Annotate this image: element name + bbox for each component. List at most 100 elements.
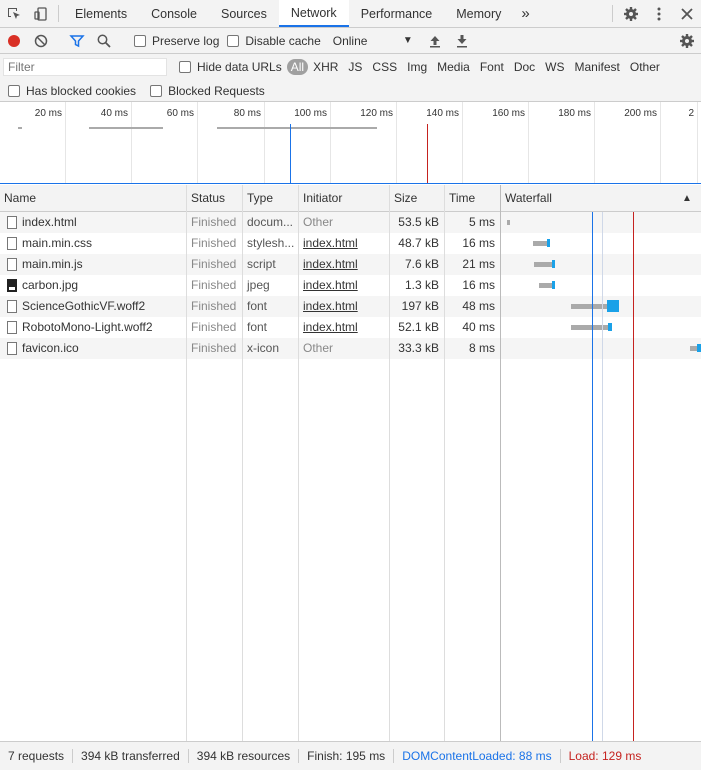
filter-funnel-icon[interactable] bbox=[63, 28, 90, 54]
tab-console[interactable]: Console bbox=[139, 0, 209, 27]
column-header-initiator[interactable]: Initiator bbox=[299, 185, 390, 212]
hide-data-urls-checkbox[interactable]: Hide data URLs bbox=[179, 60, 282, 74]
column-divider[interactable] bbox=[186, 185, 187, 741]
sort-ascending-icon[interactable]: ▲ bbox=[678, 185, 698, 212]
request-type: stylesh... bbox=[247, 236, 295, 250]
record-button[interactable] bbox=[0, 28, 27, 54]
type-filter-all[interactable]: All bbox=[286, 59, 309, 75]
checkbox-box[interactable] bbox=[8, 84, 20, 97]
column-divider[interactable] bbox=[389, 185, 390, 741]
waterfall-waiting-bar bbox=[539, 283, 552, 288]
type-filter-media[interactable]: Media bbox=[432, 60, 475, 74]
network-overview-timeline[interactable]: 20 ms 40 ms 60 ms 80 ms 100 ms 120 ms 140 ms 16… bbox=[0, 102, 701, 184]
close-devtools-icon[interactable] bbox=[673, 0, 701, 27]
timeline-gridline bbox=[264, 102, 265, 183]
export-har-download-icon[interactable] bbox=[449, 28, 476, 54]
request-status: Finished bbox=[191, 215, 237, 229]
request-time: 48 ms bbox=[462, 299, 495, 313]
request-initiator[interactable]: index.html bbox=[299, 254, 389, 275]
disable-cache-checkbox[interactable]: Disable cache bbox=[227, 34, 321, 48]
more-tabs-button[interactable]: » bbox=[513, 0, 537, 27]
column-header-type[interactable]: Type bbox=[243, 185, 299, 212]
waterfall-download-bar bbox=[697, 344, 701, 352]
column-header-status[interactable]: Status bbox=[187, 185, 243, 212]
type-filter-css[interactable]: CSS bbox=[367, 60, 402, 74]
type-filter-manifest[interactable]: Manifest bbox=[570, 60, 625, 74]
type-filter-ws[interactable]: WS bbox=[540, 60, 569, 74]
request-status: Finished bbox=[191, 278, 237, 292]
checkbox-box[interactable] bbox=[227, 34, 240, 47]
inspect-element-icon[interactable] bbox=[0, 0, 27, 27]
request-initiator[interactable]: index.html bbox=[299, 296, 389, 317]
request-status: Finished bbox=[191, 257, 237, 271]
request-time: 16 ms bbox=[462, 236, 495, 250]
table-row[interactable]: index.html Finished docum... Other 53.5 kB 5 … bbox=[0, 212, 701, 233]
request-time: 21 ms bbox=[462, 257, 495, 271]
table-row[interactable]: favicon.ico Finished x-icon Other 33.3 kB 8 m… bbox=[0, 338, 701, 359]
checkbox-box[interactable] bbox=[150, 84, 163, 97]
table-row[interactable]: RobotoMono-Light.woff2 Finished font index.… bbox=[0, 317, 701, 338]
has-blocked-cookies-checkbox[interactable]: Has blocked cookies bbox=[8, 84, 136, 98]
waterfall-waiting-bar bbox=[507, 220, 510, 225]
settings-gear-icon[interactable] bbox=[617, 0, 645, 27]
blocked-requests-checkbox[interactable]: Blocked Requests bbox=[150, 84, 265, 98]
timeline-tick-label: 40 ms bbox=[100, 108, 128, 119]
checkbox-box[interactable] bbox=[134, 34, 146, 47]
type-filter-js[interactable]: JS bbox=[343, 60, 367, 74]
request-initiator[interactable]: index.html bbox=[299, 275, 389, 296]
timeline-tick-label: 120 ms bbox=[360, 108, 393, 119]
filter-input[interactable] bbox=[3, 58, 167, 76]
table-row[interactable]: main.min.css Finished stylesh... index.html… bbox=[0, 233, 701, 254]
request-name: index.html bbox=[22, 215, 77, 229]
throttling-select[interactable]: Online ▼ bbox=[333, 34, 413, 48]
column-divider[interactable] bbox=[242, 185, 243, 741]
hide-data-urls-label: Hide data URLs bbox=[197, 60, 282, 74]
timeline-tick-label: 20 ms bbox=[34, 108, 62, 119]
load-event-marker bbox=[633, 212, 634, 741]
request-size: 7.6 kB bbox=[404, 257, 439, 271]
column-divider[interactable] bbox=[298, 185, 299, 741]
checkbox-box[interactable] bbox=[179, 61, 191, 73]
preserve-log-checkbox[interactable]: Preserve log bbox=[134, 34, 219, 48]
timeline-tick-label: 60 ms bbox=[166, 108, 194, 119]
network-settings-gear-icon[interactable] bbox=[673, 28, 701, 54]
request-size: 48.7 kB bbox=[398, 236, 439, 250]
load-time: Load: 129 ms bbox=[568, 749, 642, 763]
column-divider[interactable] bbox=[500, 185, 501, 741]
column-divider[interactable] bbox=[444, 185, 445, 741]
device-toolbar-icon[interactable] bbox=[27, 0, 54, 27]
type-filter-other[interactable]: Other bbox=[625, 60, 665, 74]
request-size: 1.3 kB bbox=[404, 278, 439, 292]
timeline-tick-label: 180 ms bbox=[558, 108, 591, 119]
table-row[interactable]: ScienceGothicVF.woff2 Finished font index.h… bbox=[0, 296, 701, 317]
import-har-upload-icon[interactable] bbox=[422, 28, 449, 54]
tab-network[interactable]: Network bbox=[278, 0, 349, 27]
waterfall-download-bar bbox=[608, 323, 612, 331]
network-toolbar: Preserve log Disable cache Online ▼ bbox=[0, 28, 701, 54]
tab-sources[interactable]: Sources bbox=[209, 0, 279, 27]
column-header-name[interactable]: Name bbox=[0, 185, 187, 212]
request-initiator[interactable]: index.html bbox=[299, 233, 389, 254]
column-header-time[interactable]: Time bbox=[445, 185, 501, 212]
waterfall-download-bar bbox=[552, 260, 555, 268]
type-filter-img[interactable]: Img bbox=[402, 60, 432, 74]
request-status: Finished bbox=[191, 299, 237, 313]
more-options-kebab-icon[interactable] bbox=[645, 0, 673, 27]
type-filter-font[interactable]: Font bbox=[475, 60, 509, 74]
search-icon[interactable] bbox=[90, 28, 117, 54]
table-row[interactable]: carbon.jpg Finished jpeg index.html 1.3 kB 16… bbox=[0, 275, 701, 296]
request-initiator[interactable]: index.html bbox=[299, 317, 389, 338]
table-row[interactable]: main.min.js Finished script index.html 7.6 k… bbox=[0, 254, 701, 275]
request-time: 5 ms bbox=[468, 215, 495, 229]
tab-memory[interactable]: Memory bbox=[444, 0, 513, 27]
request-time: 40 ms bbox=[462, 320, 495, 334]
tab-performance[interactable]: Performance bbox=[349, 0, 445, 27]
clear-icon[interactable] bbox=[27, 28, 54, 54]
timeline-gridline bbox=[462, 102, 463, 183]
column-header-size[interactable]: Size bbox=[390, 185, 445, 212]
type-filter-xhr[interactable]: XHR bbox=[308, 60, 343, 74]
column-header-waterfall[interactable]: Waterfall bbox=[501, 185, 681, 212]
type-filter-doc[interactable]: Doc bbox=[509, 60, 540, 74]
tab-elements[interactable]: Elements bbox=[63, 0, 139, 27]
request-name: carbon.jpg bbox=[22, 278, 79, 292]
